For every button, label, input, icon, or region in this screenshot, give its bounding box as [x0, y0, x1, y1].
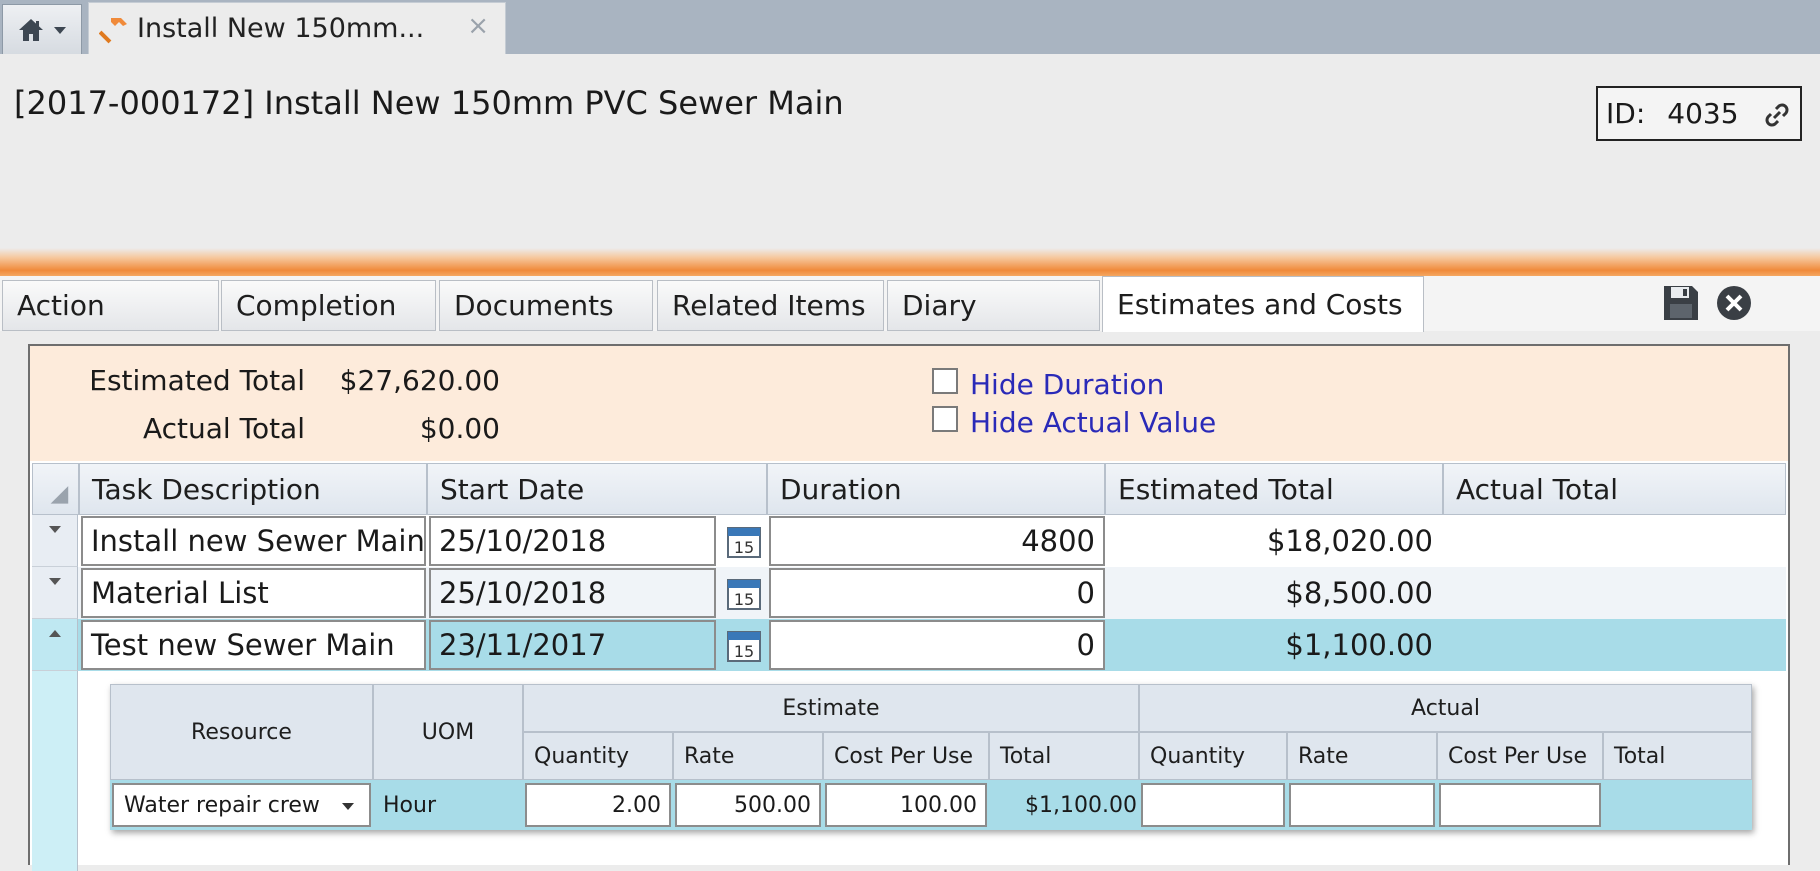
- column-header-actual-total[interactable]: Actual Total: [1443, 463, 1786, 515]
- chevron-down-icon: [48, 526, 61, 533]
- estimated-total-cell: $1,100.00: [1285, 628, 1433, 662]
- act-total-value: [1603, 783, 1752, 827]
- hide-duration-checkbox[interactable]: [932, 368, 958, 394]
- uom-value: Hour: [383, 792, 436, 818]
- column-header-act-cost-per-use[interactable]: Cost Per Use: [1437, 732, 1603, 780]
- column-header-act-rate[interactable]: Rate: [1287, 732, 1437, 780]
- document-tab[interactable]: Install New 150mm... ×: [88, 2, 506, 54]
- hide-duration-label[interactable]: Hide Duration: [970, 368, 1164, 401]
- page-title: [2017-000172] Install New 150mm PVC Sewe…: [14, 84, 844, 122]
- task-description-field[interactable]: Material List: [81, 568, 426, 618]
- estimated-total-cell: $18,020.00: [1266, 524, 1433, 558]
- document-tab-title: Install New 150mm...: [137, 13, 425, 44]
- task-description-field[interactable]: Test new Sewer Main: [81, 620, 426, 670]
- column-header-est-total[interactable]: Total: [989, 732, 1139, 780]
- svg-text:15: 15: [734, 538, 754, 557]
- estimated-total-cell: $8,500.00: [1285, 576, 1433, 610]
- column-header-est-quantity[interactable]: Quantity: [523, 732, 673, 780]
- task-description-field[interactable]: Install new Sewer Main: [81, 516, 426, 566]
- calendar-icon[interactable]: 15: [726, 523, 762, 559]
- start-date-field[interactable]: 23/11/2017: [429, 620, 716, 670]
- tab-completion[interactable]: Completion: [221, 280, 436, 331]
- id-value: 4035: [1667, 97, 1739, 130]
- grid-corner[interactable]: [32, 463, 79, 515]
- table-row-selected[interactable]: Test new Sewer Main 23/11/2017 15 0 $1,1…: [32, 619, 1786, 671]
- id-box: ID: 4035: [1596, 86, 1802, 141]
- save-icon[interactable]: [1662, 284, 1700, 322]
- tab-documents[interactable]: Documents: [439, 280, 653, 331]
- est-rate-field[interactable]: 500.00: [675, 783, 821, 827]
- tab-estimates-and-costs[interactable]: Estimates and Costs: [1102, 276, 1424, 332]
- act-rate-field[interactable]: [1289, 783, 1435, 827]
- calendar-icon[interactable]: 15: [726, 575, 762, 611]
- window-tab-strip: Install New 150mm... ×: [0, 0, 1820, 54]
- actual-total-cell: [1443, 567, 1786, 619]
- home-icon: [19, 18, 43, 41]
- group-header-actual: Actual: [1139, 684, 1752, 732]
- resource-select[interactable]: Water repair crew: [112, 783, 371, 827]
- actual-total-label: Actual Total: [142, 412, 305, 445]
- detail-row-gutter: [32, 671, 78, 871]
- row-expand-toggle[interactable]: [32, 619, 78, 671]
- row-collapse-toggle[interactable]: [32, 567, 78, 619]
- svg-text:15: 15: [734, 590, 754, 609]
- act-quantity-field[interactable]: [1141, 783, 1285, 827]
- duration-field[interactable]: 4800: [769, 516, 1105, 566]
- resources-subgrid: Resource UOM Estimate Actual Quantity Ra…: [110, 684, 1752, 830]
- hide-actual-value-checkbox[interactable]: [932, 406, 958, 432]
- svg-text:15: 15: [734, 642, 754, 661]
- column-header-est-rate[interactable]: Rate: [673, 732, 823, 780]
- table-row[interactable]: Install new Sewer Main 25/10/2018 15 480…: [32, 515, 1786, 567]
- link-icon[interactable]: [1762, 100, 1792, 130]
- resource-row[interactable]: Water repair crew Hour 2.00 500.00 100.0…: [110, 780, 1752, 830]
- act-cost-per-use-field[interactable]: [1439, 783, 1601, 827]
- column-header-task-description[interactable]: Task Description: [79, 463, 427, 515]
- column-header-resource[interactable]: Resource: [110, 684, 373, 780]
- column-header-act-total[interactable]: Total: [1603, 732, 1752, 780]
- resource-select-value: Water repair crew: [124, 792, 320, 818]
- column-header-act-quantity[interactable]: Quantity: [1139, 732, 1287, 780]
- dropdown-arrow-icon: [342, 803, 354, 810]
- tab-action[interactable]: Action: [2, 280, 219, 331]
- est-quantity-field[interactable]: 2.00: [525, 783, 671, 827]
- hide-actual-value-label[interactable]: Hide Actual Value: [970, 406, 1216, 439]
- calendar-icon[interactable]: 15: [726, 627, 762, 663]
- actual-total-value: $0.00: [419, 412, 500, 445]
- summary-section: Estimated Total $27,620.00 Actual Total …: [30, 346, 1788, 461]
- column-header-uom[interactable]: UOM: [373, 684, 523, 780]
- column-header-duration[interactable]: Duration: [767, 463, 1105, 515]
- accent-bar: [0, 248, 1820, 276]
- estimated-total-label: Estimated Total: [89, 364, 305, 397]
- row-collapse-toggle[interactable]: [32, 515, 78, 567]
- est-cost-per-use-field[interactable]: 100.00: [825, 783, 987, 827]
- chevron-up-icon: [48, 630, 61, 637]
- close-tab-icon[interactable]: ×: [467, 13, 489, 39]
- chevron-down-icon: [48, 578, 61, 585]
- column-header-est-cost-per-use[interactable]: Cost Per Use: [823, 732, 989, 780]
- column-header-start-date[interactable]: Start Date: [427, 463, 767, 515]
- hammer-icon: [99, 17, 127, 43]
- est-total-value: $1,100.00: [1025, 792, 1137, 818]
- estimated-total-value: $27,620.00: [339, 364, 500, 397]
- start-date-field[interactable]: 25/10/2018: [429, 568, 716, 618]
- actual-total-cell: [1443, 619, 1786, 671]
- duration-field[interactable]: 0: [769, 620, 1105, 670]
- tab-diary[interactable]: Diary: [887, 280, 1100, 331]
- tab-related-items[interactable]: Related Items: [657, 280, 884, 331]
- start-date-field[interactable]: 25/10/2018: [429, 516, 716, 566]
- table-row[interactable]: Material List 25/10/2018 15 0 $8,500.00: [32, 567, 1786, 619]
- home-menu-button[interactable]: [2, 4, 82, 54]
- close-icon[interactable]: [1715, 284, 1753, 322]
- content-tabs: Action Completion Documents Related Item…: [0, 276, 1820, 332]
- id-label: ID:: [1606, 97, 1646, 130]
- chevron-down-icon: [54, 26, 66, 34]
- column-header-estimated-total[interactable]: Estimated Total: [1105, 463, 1443, 515]
- duration-field[interactable]: 0: [769, 568, 1105, 618]
- group-header-estimate: Estimate: [523, 684, 1139, 732]
- actual-total-cell: [1443, 515, 1786, 567]
- corner-triangle-icon: [50, 486, 69, 504]
